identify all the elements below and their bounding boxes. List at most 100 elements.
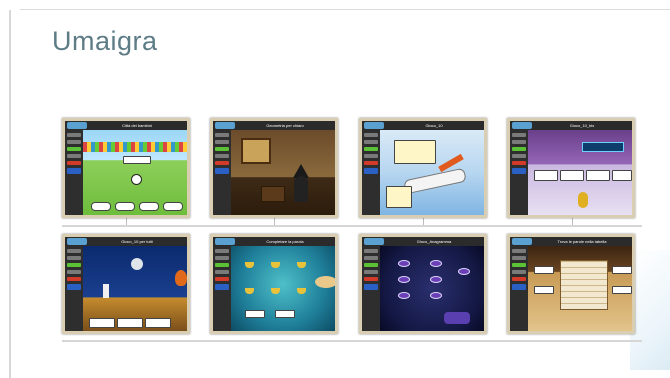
text-panel bbox=[386, 186, 412, 208]
airplane-icon bbox=[403, 167, 467, 195]
slide-left-rule bbox=[9, 10, 11, 378]
chest-icon bbox=[261, 186, 285, 202]
lamp-icon bbox=[297, 288, 306, 294]
thumbnail-title: Gioco_10 bbox=[425, 123, 443, 128]
word-card bbox=[612, 266, 632, 274]
lamp-icon bbox=[245, 288, 254, 294]
thumbnail-title: Gioco_10_bis bbox=[569, 123, 595, 128]
row-divider-bottom bbox=[62, 340, 642, 342]
game-stage-night bbox=[83, 246, 187, 331]
answer-card bbox=[275, 310, 295, 318]
thumbnail-title: Gioco_Anagramma bbox=[416, 239, 452, 244]
thumbnail-titlebar: Geometria per chiaro bbox=[213, 121, 335, 130]
result-panel bbox=[444, 312, 470, 324]
game-stage-airplane bbox=[380, 130, 484, 215]
thumbnail-titlebar: Gioco_10_bis bbox=[510, 121, 632, 130]
thumbnail-title: Gioco_10 per tutti bbox=[121, 239, 153, 244]
ring-icon bbox=[430, 276, 442, 283]
word-search-grid bbox=[560, 260, 608, 310]
slide-corner-decoration bbox=[630, 250, 670, 370]
thumbnail-sidebar bbox=[510, 246, 528, 331]
thumbnail-titlebar: Gioco_10 bbox=[362, 121, 484, 130]
hot-air-balloon-icon bbox=[175, 270, 187, 286]
app-logo-icon bbox=[364, 122, 384, 129]
ring-icon bbox=[398, 292, 410, 299]
game-thumbnail-6[interactable]: Completare la parola bbox=[210, 234, 338, 334]
character-icon bbox=[103, 284, 109, 298]
slide-top-rule bbox=[20, 9, 670, 10]
word-card bbox=[612, 286, 632, 294]
thumbnail-title: Completare la parola bbox=[266, 239, 304, 244]
game-stage-football bbox=[83, 130, 187, 215]
app-logo-icon bbox=[364, 238, 384, 245]
answer-card bbox=[245, 310, 265, 318]
game-thumbnail-1[interactable]: Città dei bambini bbox=[62, 118, 190, 218]
answer-card bbox=[89, 318, 115, 328]
thumbnail-title: Trova le parole nella tabella bbox=[557, 239, 607, 244]
ring-icon bbox=[398, 276, 410, 283]
word-card bbox=[534, 266, 554, 274]
answer-card bbox=[612, 170, 632, 181]
game-thumbnail-3[interactable]: Gioco_10 bbox=[359, 118, 487, 218]
answer-card bbox=[115, 202, 135, 211]
lamp-icon bbox=[271, 288, 280, 294]
thumbnail-titlebar: Città dei bambini bbox=[65, 121, 187, 130]
answer-card bbox=[91, 202, 111, 211]
game-stage-space bbox=[380, 246, 484, 331]
app-logo-icon bbox=[512, 122, 532, 129]
ring-icon bbox=[398, 260, 410, 267]
game-thumbnail-5[interactable]: Gioco_10 per tutti bbox=[62, 234, 190, 334]
island-icon bbox=[315, 276, 335, 288]
ring-icon bbox=[458, 268, 470, 275]
answer-card bbox=[586, 170, 610, 181]
game-stage-wizard-room bbox=[231, 130, 335, 215]
slide-title: Umaigra bbox=[52, 26, 158, 56]
crowd-decoration bbox=[83, 142, 187, 152]
thumbnail-titlebar: Gioco_10 per tutti bbox=[65, 237, 187, 246]
answer-card bbox=[117, 318, 143, 328]
app-logo-icon bbox=[512, 238, 532, 245]
game-stage-wordsearch bbox=[528, 246, 632, 331]
thumbnail-sidebar bbox=[510, 130, 528, 215]
answer-card bbox=[560, 170, 584, 181]
answer-card bbox=[139, 202, 159, 211]
thumbnail-sidebar bbox=[65, 246, 83, 331]
answer-card bbox=[163, 202, 183, 211]
thumbnail-sidebar bbox=[65, 130, 83, 215]
thumbnail-titlebar: Trova le parole nella tabella bbox=[510, 237, 632, 246]
moon-icon bbox=[131, 258, 143, 270]
lamp-icon bbox=[271, 262, 280, 268]
app-logo-icon bbox=[215, 122, 235, 129]
game-thumbnail-2[interactable]: Geometria per chiaro bbox=[210, 118, 338, 218]
wizard-character-icon bbox=[294, 176, 308, 202]
question-box bbox=[123, 156, 151, 164]
lamp-icon bbox=[297, 262, 306, 268]
thumbnail-sidebar bbox=[213, 130, 231, 215]
game-thumbnail-4[interactable]: Gioco_10_bis bbox=[507, 118, 635, 218]
thumbnail-sidebar bbox=[362, 130, 380, 215]
answer-card bbox=[534, 170, 558, 181]
ring-icon bbox=[430, 260, 442, 267]
soccer-ball-icon bbox=[131, 174, 142, 185]
app-logo-icon bbox=[215, 238, 235, 245]
game-stage-purple bbox=[528, 130, 632, 215]
hud-panel bbox=[582, 142, 624, 152]
thumbnail-titlebar: Completare la parola bbox=[213, 237, 335, 246]
game-stage-underwater bbox=[231, 246, 335, 331]
lamp-icon bbox=[245, 262, 254, 268]
text-panel bbox=[394, 140, 436, 164]
answer-card bbox=[145, 318, 171, 328]
thumbnail-sidebar bbox=[213, 246, 231, 331]
thumbnail-title: Geometria per chiaro bbox=[266, 123, 304, 128]
row-divider-top bbox=[62, 225, 642, 227]
character-icon bbox=[578, 192, 588, 208]
game-thumbnail-7[interactable]: Gioco_Anagramma bbox=[359, 234, 487, 334]
thumbnail-sidebar bbox=[362, 246, 380, 331]
thumbnail-title: Città dei bambini bbox=[122, 123, 152, 128]
app-logo-icon bbox=[67, 238, 87, 245]
app-logo-icon bbox=[67, 122, 87, 129]
game-thumbnail-8[interactable]: Trova le parole nella tabella bbox=[507, 234, 635, 334]
window-decoration bbox=[241, 138, 271, 164]
ring-icon bbox=[430, 292, 442, 299]
word-card bbox=[534, 286, 554, 294]
